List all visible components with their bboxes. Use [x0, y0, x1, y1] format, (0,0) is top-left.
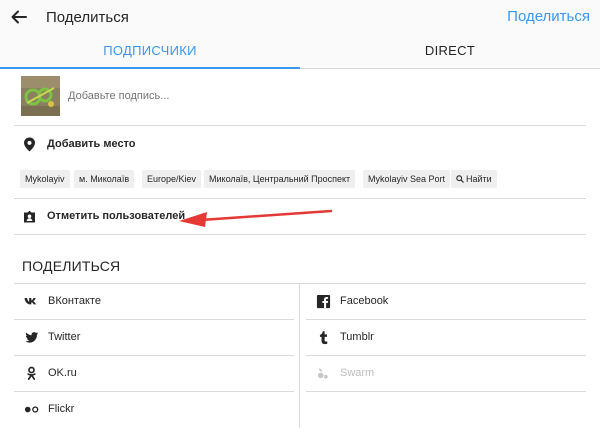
location-chip[interactable]: Миколаїв, Центральний Проспект: [204, 170, 356, 188]
tab-followers[interactable]: ПОДПИСЧИКИ: [0, 34, 300, 68]
tumblr-icon: [319, 331, 328, 345]
twitter-icon: [25, 332, 39, 343]
caption-section: [14, 68, 586, 126]
top-bar: Поделиться Поделиться: [0, 0, 600, 34]
location-chip[interactable]: м. Миколаїв: [74, 170, 135, 188]
share-label: OK.ru: [48, 367, 77, 379]
share-submit-button[interactable]: Поделиться: [507, 8, 590, 25]
share-vkontakte[interactable]: ВКонтакте: [14, 284, 294, 320]
column-divider: [299, 284, 300, 428]
share-label: Swarm: [340, 367, 375, 379]
back-arrow-icon[interactable]: [10, 8, 28, 26]
vk-icon: [24, 297, 36, 305]
add-location-label: Добавить место: [47, 138, 136, 150]
tag-users-label: Отметить пользователей: [47, 210, 186, 222]
location-search-chip[interactable]: Найти: [451, 170, 497, 188]
location-chip-label: Миколаїв, Центральний Проспект: [209, 174, 351, 184]
location-chip[interactable]: Europe/Kiev: [142, 170, 202, 188]
add-location-row[interactable]: Добавить место: [14, 126, 586, 162]
odnoklassniki-icon: [27, 366, 36, 380]
share-flickr[interactable]: Flickr: [14, 392, 294, 427]
location-chip[interactable]: Mykolayiv Sea Port: [363, 170, 451, 188]
share-twitter[interactable]: Twitter: [14, 320, 294, 356]
share-section-heading: ПОДЕЛИТЬСЯ: [22, 258, 121, 274]
tag-user-icon: [24, 210, 35, 223]
share-swarm[interactable]: Swarm: [306, 356, 586, 392]
annotation-arrow-icon: [179, 209, 333, 227]
share-okru[interactable]: OK.ru: [14, 356, 294, 392]
location-search-label: Найти: [466, 174, 492, 184]
share-facebook[interactable]: Facebook: [306, 284, 586, 320]
location-suggestions: Mykolayiv м. Миколаїв Europe/Kiev Микола…: [14, 162, 586, 199]
tab-direct[interactable]: DIRECT: [300, 34, 600, 68]
share-label: ВКонтакте: [48, 295, 101, 307]
flickr-icon: [24, 406, 39, 413]
swarm-icon: [317, 368, 328, 379]
share-services-grid: ВКонтакте Twitter OK.ru Flickr Facebook: [14, 283, 586, 428]
share-label: Tumblr: [340, 331, 374, 343]
page-title: Поделиться: [46, 9, 129, 26]
share-label: Twitter: [48, 331, 81, 343]
location-chip-label: м. Миколаїв: [79, 174, 130, 184]
search-icon: [456, 175, 464, 183]
location-chip-label: Europe/Kiev: [147, 174, 197, 184]
location-chip-label: Mykolayiv Sea Port: [368, 174, 446, 184]
location-chip[interactable]: Mykolayiv: [20, 170, 70, 188]
photo-thumbnail: [21, 76, 60, 116]
caption-input[interactable]: [68, 90, 468, 102]
share-tumblr[interactable]: Tumblr: [306, 320, 586, 356]
location-chip-label: Mykolayiv: [25, 174, 65, 184]
location-pin-icon: [24, 137, 35, 152]
share-label: Facebook: [340, 295, 389, 307]
audience-tabs: ПОДПИСЧИКИ DIRECT: [0, 34, 600, 69]
share-label: Flickr: [48, 403, 75, 415]
facebook-icon: [316, 294, 331, 309]
